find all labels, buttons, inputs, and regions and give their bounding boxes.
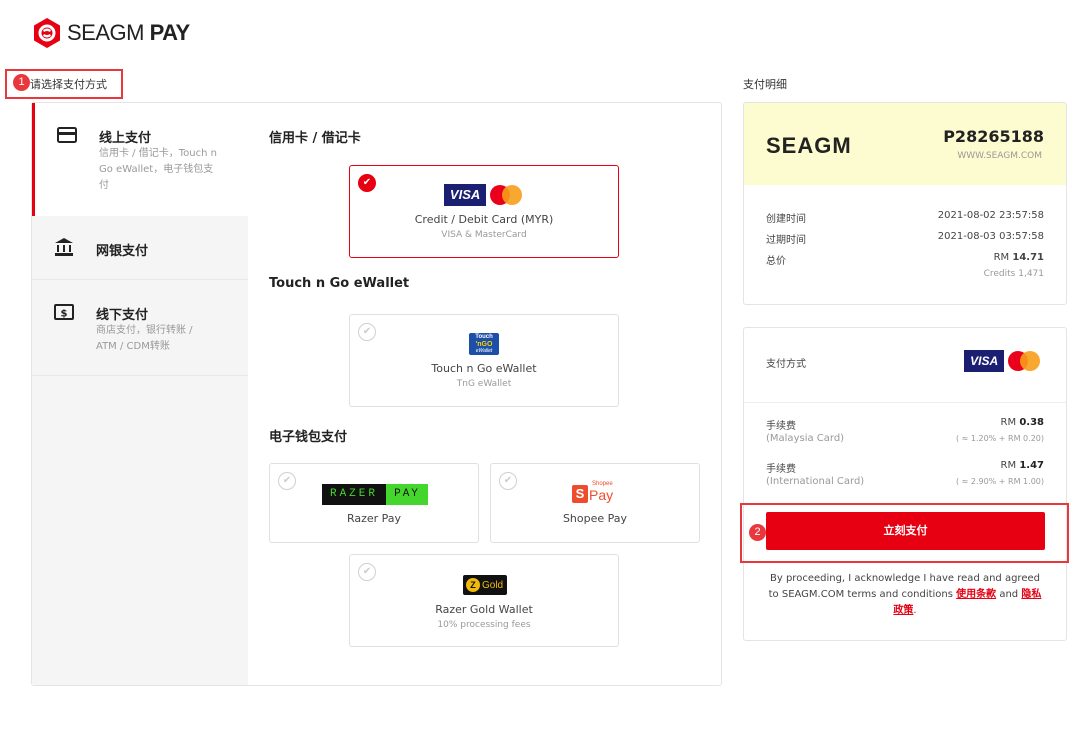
shopee-pay-logo: S Shopee Pay — [572, 481, 620, 505]
divider — [744, 402, 1066, 403]
step2-badge: 2 — [749, 524, 766, 541]
card-option-sub: TnG eWallet — [456, 379, 512, 389]
visa-logo: VISA — [443, 184, 487, 206]
fee-malaysia-note: ( ≈ 1.20% + RM 0.20) — [955, 434, 1044, 443]
fee-malaysia-sub: (Malaysia Card) — [766, 433, 845, 444]
card-option-sub: VISA & MasterCard — [441, 230, 527, 240]
payment-category-sidebar: 线上支付 信用卡 / 借记卡，Touch n Go eWallet，电子钱包支付… — [32, 103, 248, 685]
tng-ewallet-option[interactable]: ✔ Touch 'nGO eWallet Touch n Go eWallet … — [349, 314, 619, 407]
terms-of-use-link[interactable]: 使用条款 — [956, 589, 996, 600]
card-option-sub: 10% processing fees — [437, 620, 531, 630]
fee-international-sub: (International Card) — [766, 476, 865, 487]
selected-method-logos: VISA — [964, 350, 1042, 372]
total-price-row: 总价 RM 14.71 — [766, 252, 1044, 267]
seagm-receipt-logo: SEAGM — [766, 133, 852, 158]
fee-international-value: RM 1.47 — [1000, 460, 1044, 471]
credit-card-icon — [57, 127, 77, 147]
card-option-name: Credit / Debit Card (MYR) — [414, 213, 554, 226]
payment-method-panel: 线上支付 信用卡 / 借记卡，Touch n Go eWallet，电子钱包支付… — [31, 102, 722, 686]
receipt-header: SEAGM P28265188 WWW.SEAGM.COM — [744, 103, 1066, 185]
card-option-name: Shopee Pay — [562, 512, 628, 525]
terms-notice: By proceeding, I acknowledge I have read… — [768, 573, 1042, 616]
razer-pay-logo: RAZER PAY — [322, 484, 428, 505]
unselected-check-icon: ✔ — [358, 323, 376, 341]
credit-section-title: 信用卡 / 借记卡 — [269, 131, 361, 146]
credits-value: Credits 1,471 — [983, 269, 1044, 279]
ewallet-section-title: 电子钱包支付 — [269, 430, 348, 445]
unselected-check-icon: ✔ — [358, 563, 376, 581]
tng-logo: Touch 'nGO eWallet — [469, 333, 499, 355]
fee-international-note: ( ≈ 2.90% + RM 1.00) — [955, 477, 1044, 486]
sidebar-item-desc: 商店支付，银行转账 / ATM / CDM转账 — [96, 325, 193, 352]
unselected-check-icon: ✔ — [499, 472, 517, 490]
visa-logo: VISA — [964, 350, 1005, 372]
card-option-name: Razer Pay — [346, 512, 402, 525]
razer-gold-wallet-option[interactable]: ✔ Z Gold Razer Gold Wallet 10% processin… — [349, 554, 619, 647]
cash-icon: $ — [54, 304, 74, 324]
order-receipt: SEAGM P28265188 WWW.SEAGM.COM 创建时间 2021-… — [743, 102, 1067, 305]
fee-malaysia-label: 手续费 — [766, 421, 796, 432]
pay-now-button[interactable]: 立刻支付 — [766, 512, 1045, 550]
sidebar-item-online-payment[interactable]: 线上支付 信用卡 / 借记卡，Touch n Go eWallet，电子钱包支付 — [32, 103, 248, 216]
sidebar-item-offline-payment[interactable]: $ 线下支付 商店支付，银行转账 / ATM / CDM转账 — [32, 280, 248, 376]
unselected-check-icon: ✔ — [278, 472, 296, 490]
payment-method-label: 支付方式 — [766, 359, 806, 370]
visa-mastercard-logos: VISA — [350, 184, 618, 206]
razer-gold-logo: Z Gold — [463, 575, 507, 595]
card-option-name: Touch n Go eWallet — [431, 362, 537, 375]
fee-malaysia-value: RM 0.38 — [1000, 417, 1044, 428]
mastercard-icon — [1008, 350, 1042, 372]
credit-debit-card-option[interactable]: ✔ VISA Credit / Debit Card (MYR) VISA & … — [349, 165, 619, 258]
svg-text:$: $ — [61, 309, 68, 320]
order-number: P28265188 — [943, 127, 1044, 146]
sidebar-item-label: 网银支付 — [96, 244, 149, 259]
seagm-logo-icon — [33, 18, 61, 48]
site-url: WWW.SEAGM.COM — [957, 151, 1042, 161]
sidebar-item-label: 线下支付 — [96, 308, 149, 323]
razer-pay-option[interactable]: ✔ RAZER PAY Razer Pay — [269, 463, 479, 543]
sidebar-item-desc: 信用卡 / 借记卡，Touch n Go eWallet，电子钱包支付 — [99, 148, 217, 191]
sidebar-item-label: 线上支付 — [99, 131, 152, 146]
payment-details-title: 支付明细 — [743, 78, 787, 91]
shopee-pay-option[interactable]: ✔ S Shopee Pay Shopee Pay — [490, 463, 700, 543]
seagm-pay-logo: SEAGM PAY — [33, 17, 190, 49]
step1-badge: 1 — [13, 74, 30, 91]
tng-section-title: Touch n Go eWallet — [269, 276, 410, 291]
fee-international-label: 手续费 — [766, 464, 796, 475]
card-option-name: Razer Gold Wallet — [435, 603, 533, 616]
sidebar-item-online-banking[interactable]: 网银支付 — [32, 216, 248, 280]
select-payment-title: 请选择支付方式 — [30, 78, 107, 91]
expire-time-row: 过期时间 2021-08-03 03:57:58 — [766, 231, 1044, 246]
logo-text: SEAGM PAY — [67, 20, 190, 45]
bank-icon — [54, 237, 74, 257]
created-time-row: 创建时间 2021-08-02 23:57:58 — [766, 210, 1044, 225]
mastercard-icon — [490, 184, 524, 206]
